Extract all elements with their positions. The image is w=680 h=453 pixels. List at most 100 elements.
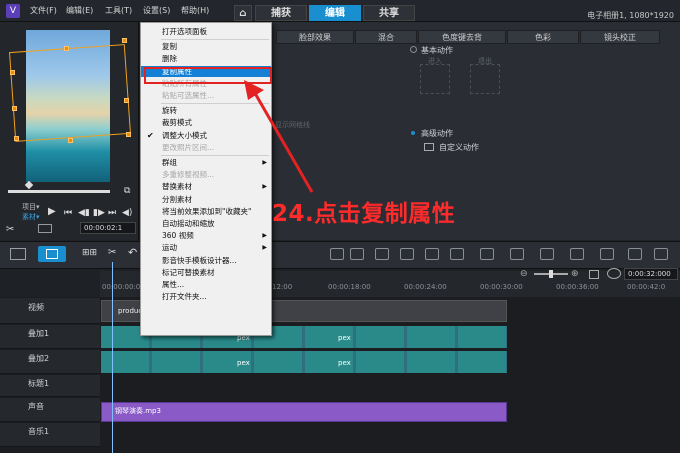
project-duration[interactable]: 0:00:32:000	[624, 268, 678, 280]
tab-share[interactable]: 共享	[363, 5, 415, 21]
advanced-motion-label: 高级动作	[421, 129, 453, 138]
exit-direction-grid	[470, 64, 500, 94]
tool-icon-11[interactable]	[600, 248, 614, 260]
context-menu-item[interactable]: 将当前效果添加到"收藏夹"	[141, 206, 271, 218]
resize-handle[interactable]	[14, 136, 19, 141]
tool-icon-4[interactable]	[400, 248, 414, 260]
context-menu-item[interactable]: 运动 ▶	[141, 242, 271, 254]
menu-settings[interactable]: 设置(S)	[143, 5, 170, 16]
track-header-title1[interactable]: 标题1	[0, 375, 100, 397]
track-name: 叠加1	[28, 329, 50, 338]
track-header-voice[interactable]: 声音	[0, 398, 100, 422]
basic-motion-radio[interactable]	[410, 46, 417, 53]
context-menu-item[interactable]: 属性...	[141, 279, 271, 291]
context-menu-item-label: 运动	[162, 243, 177, 253]
context-menu-item[interactable]: 自动摇动和缩放	[141, 218, 271, 230]
cut-icon[interactable]: ✂	[6, 224, 14, 235]
fit-timeline-icon[interactable]	[589, 270, 599, 279]
undo-icon[interactable]: ↶	[128, 246, 137, 259]
project-mode-label[interactable]: 项目▾	[22, 202, 40, 212]
tool-icon-10[interactable]	[570, 248, 584, 260]
context-menu-item[interactable]: 打开文件夹...	[141, 291, 271, 303]
context-menu-item-label: 群组	[162, 158, 177, 167]
go-end-icon[interactable]: ⏭	[108, 208, 116, 218]
timecode-display[interactable]: 00:00:02:1	[80, 222, 136, 234]
menu-separator	[161, 39, 269, 41]
preview-panel: ⧉ 项目▾ 素材▾ ▶ ⏮ ◀▮ ▮▶ ⏭ ◀) ✂ 00:00:02:1	[0, 22, 139, 240]
step-back-icon[interactable]: ◀▮	[78, 208, 90, 218]
custom-motion-button[interactable]: 自定义动作	[439, 142, 479, 153]
storyboard-view-icon[interactable]	[10, 248, 26, 260]
track-header-overlay2[interactable]: 叠加2	[0, 350, 100, 374]
resize-handle[interactable]	[122, 38, 127, 43]
step-forward-icon[interactable]: ▮▶	[93, 208, 105, 218]
tool-icon-1[interactable]	[330, 248, 344, 260]
tab-color[interactable]: 色彩	[507, 30, 579, 44]
tool-icon-8[interactable]	[510, 248, 524, 260]
tab-lens-correction[interactable]: 镜头校正	[580, 30, 660, 44]
advanced-motion-radio[interactable]	[411, 131, 415, 135]
overlay2-clips[interactable]	[101, 351, 507, 373]
tab-chroma-key[interactable]: 色度键去背	[418, 30, 506, 44]
tab-blend[interactable]: 混合	[355, 30, 417, 44]
tool-icon-3[interactable]	[375, 248, 389, 260]
menu-file[interactable]: 文件(F)	[30, 5, 57, 16]
tab-capture[interactable]: 捕获	[255, 5, 307, 21]
tab-edit[interactable]: 编辑	[309, 5, 361, 21]
ruler-time: 00:00:30:00	[480, 283, 523, 291]
context-menu-item-label: 粘贴可选属性...	[162, 91, 215, 100]
scrubber-knob[interactable]	[24, 180, 34, 190]
home-icon[interactable]: ⌂	[234, 5, 252, 21]
context-menu-item[interactable]: 删除	[141, 53, 271, 65]
add-track-icon[interactable]: ✂	[108, 247, 116, 258]
context-menu-item-label: 删除	[162, 54, 177, 64]
zoom-out-icon[interactable]: ⊖	[520, 269, 528, 279]
zoom-slider-knob[interactable]	[549, 270, 553, 278]
preview-scrubber[interactable]	[8, 190, 110, 193]
clip-mode-label[interactable]: 素材▾	[22, 212, 40, 222]
resize-handle[interactable]	[124, 98, 129, 103]
context-menu-item-label: 复制	[162, 42, 177, 52]
resize-handle[interactable]	[12, 106, 17, 111]
tool-icon-6[interactable]	[450, 248, 464, 260]
tool-icon-9[interactable]	[540, 248, 554, 260]
tool-icon-7[interactable]	[480, 248, 494, 260]
go-start-icon[interactable]: ⏮	[64, 208, 72, 218]
resize-handle[interactable]	[68, 138, 73, 143]
tab-face-effect[interactable]: 脸部效果	[276, 30, 354, 44]
menu-tools[interactable]: 工具(T)	[105, 5, 132, 16]
context-menu-item[interactable]: 复制	[141, 41, 271, 53]
context-menu-item[interactable]: 360 视频 ▶	[141, 230, 271, 242]
annotation-text: 24.点击复制属性	[272, 201, 456, 227]
track-header-music1[interactable]: 音乐1	[0, 423, 100, 447]
ruler-time: 00:00:42:0	[627, 283, 666, 291]
context-menu-item[interactable]: 打开选项面板	[141, 26, 271, 38]
resize-handle[interactable]	[64, 46, 69, 51]
resize-handle[interactable]	[126, 132, 131, 137]
volume-icon[interactable]: ◀)	[122, 208, 132, 218]
context-menu-item[interactable]: 影音快手模板设计器...	[141, 255, 271, 267]
tool-icon-5[interactable]	[425, 248, 439, 260]
zoom-in-icon[interactable]: ⊕	[571, 269, 579, 279]
tool-icon-12[interactable]	[628, 248, 642, 260]
timeline-view-icon	[46, 249, 58, 259]
menu-edit[interactable]: 编辑(E)	[66, 5, 93, 16]
track-header-video[interactable]: 视频	[0, 298, 100, 324]
tool-icon-2[interactable]	[350, 248, 364, 260]
playhead[interactable]	[112, 262, 113, 453]
app-logo: V	[6, 4, 20, 18]
track-header-overlay1[interactable]: 叠加1	[0, 325, 100, 349]
resize-handle[interactable]	[10, 70, 15, 75]
menu-help[interactable]: 帮助(H)	[181, 5, 209, 16]
fullscreen-icon[interactable]	[38, 224, 52, 233]
overlay-clip-label: pex	[338, 359, 351, 367]
crop-icon[interactable]: ⧉	[124, 186, 130, 196]
context-menu-item-label: 自动摇动和缩放	[162, 219, 215, 228]
tool-icon-13[interactable]	[654, 248, 668, 260]
audio-clip[interactable]	[101, 402, 507, 422]
context-menu-item[interactable]: 标记可替换素材	[141, 267, 271, 279]
ruler-time: 00:00:00:00	[102, 283, 145, 291]
play-icon[interactable]: ▶	[48, 206, 56, 217]
transform-box[interactable]	[9, 44, 131, 142]
track-manager-icon[interactable]: ⊞⊞	[82, 248, 97, 258]
